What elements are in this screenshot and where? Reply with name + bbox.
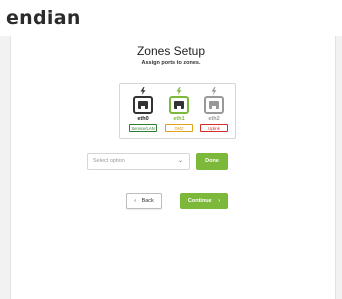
page-title: Zones Setup (136, 44, 206, 58)
lightning-icon (140, 87, 146, 95)
endian-logo[interactable]: endian (6, 7, 81, 29)
lightning-icon (211, 87, 217, 95)
port-eth0[interactable]: eth0 Service/LAN (128, 84, 158, 140)
chevron-right-icon: › (218, 198, 221, 204)
back-button-label: Back (141, 198, 154, 204)
back-button[interactable]: ‹ Back (126, 193, 162, 209)
zone-tag: Service/LAN (129, 124, 157, 132)
done-button[interactable]: Done (196, 153, 228, 170)
port-name: eth0 (137, 116, 149, 122)
select-placeholder: Select option (93, 158, 125, 164)
chevron-left-icon: ‹ (134, 198, 137, 204)
port-name: eth2 (208, 116, 220, 122)
zone-tag: DMZ (165, 124, 193, 132)
zone-tag: Uplink (200, 124, 228, 132)
ethernet-port-icon (133, 96, 153, 114)
continue-button[interactable]: Continue › (180, 193, 228, 209)
port-name: eth1 (173, 116, 185, 122)
port-eth2[interactable]: eth2 Uplink (199, 84, 229, 140)
lightning-icon (176, 87, 182, 95)
zone-select[interactable]: Select option ⌄ (87, 153, 190, 170)
chevron-down-icon: ⌄ (177, 158, 183, 164)
port-eth1[interactable]: eth1 DMZ (164, 84, 194, 140)
ethernet-port-icon (204, 96, 224, 114)
ports-panel: eth0 Service/LAN eth1 DMZ eth2 Uplink (119, 83, 236, 139)
page-subtitle: Assign ports to zones. (141, 60, 201, 66)
continue-button-label: Continue (187, 198, 212, 204)
top-bar: endian (0, 0, 342, 36)
ethernet-port-icon (169, 96, 189, 114)
